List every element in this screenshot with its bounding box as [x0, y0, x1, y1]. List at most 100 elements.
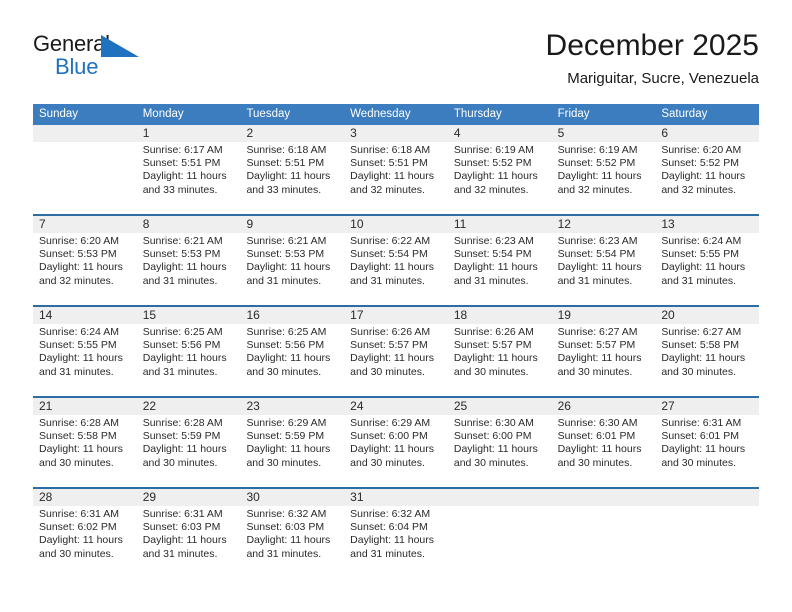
day-cell[interactable]: 17 Sunrise: 6:26 AM Sunset: 5:57 PM Dayligh… [344, 307, 448, 396]
day-cell[interactable]: 14 Sunrise: 6:24 AM Sunset: 5:55 PM Dayligh… [33, 307, 137, 396]
day-cell[interactable]: 23 Sunrise: 6:29 AM Sunset: 5:59 PM Dayligh… [240, 398, 344, 487]
sunrise-text: Sunrise: 6:30 AM [453, 417, 534, 429]
day-number: 21 [39, 399, 53, 413]
daylight-text-line1: Daylight: 11 hours [246, 261, 331, 274]
daylight-text-line1: Daylight: 11 hours [350, 170, 435, 183]
sunrise-text: Sunrise: 6:29 AM [350, 417, 431, 429]
day-cell[interactable]: 4 Sunrise: 6:19 AM Sunset: 5:52 PM Daylight… [448, 125, 552, 214]
sunset-text: Sunset: 5:53 PM [142, 248, 221, 261]
daylight-text-line2: and 31 minutes. [350, 274, 425, 287]
day-cell[interactable]: 31 Sunrise: 6:32 AM Sunset: 6:04 PM Dayligh… [344, 489, 448, 578]
day-sun-info: Sunrise: 6:24 AM Sunset: 5:55 PM Daylight:… [661, 235, 753, 288]
sunrise-text: Sunrise: 6:32 AM [246, 508, 327, 520]
sunrise-text: Sunrise: 6:28 AM [39, 417, 119, 429]
sunset-text: Sunset: 5:59 PM [246, 430, 325, 443]
sunset-text: Sunset: 5:52 PM [453, 157, 532, 170]
day-cell[interactable]: 3 Sunrise: 6:18 AM Sunset: 5:51 PM Daylight… [344, 125, 448, 214]
title-block: December 2025 Mariguitar, Sucre, Venezue… [546, 28, 759, 88]
day-cell[interactable]: 12 Sunrise: 6:23 AM Sunset: 5:54 PM Dayligh… [552, 216, 656, 305]
triangle-logo-icon [101, 35, 139, 57]
daylight-text-line2: and 32 minutes. [350, 183, 425, 196]
day-number: 26 [557, 399, 571, 413]
sunset-text: Sunset: 5:54 PM [557, 248, 636, 261]
day-sun-info: Sunrise: 6:28 AM Sunset: 5:59 PM Daylight:… [143, 417, 235, 470]
week-row: 14 Sunrise: 6:24 AM Sunset: 5:55 PM Dayligh… [33, 305, 759, 396]
weekday-header-saturday: Saturday [661, 108, 708, 120]
day-number: 28 [39, 490, 53, 504]
day-cell[interactable]: 6 Sunrise: 6:20 AM Sunset: 5:52 PM Daylight… [655, 125, 759, 214]
daylight-text-line1: Daylight: 11 hours [557, 443, 642, 456]
week-cells: 21 Sunrise: 6:28 AM Sunset: 5:58 PM Dayligh… [33, 398, 759, 487]
brand-logo[interactable]: General Blue [33, 28, 233, 84]
sunset-text: Sunset: 5:53 PM [246, 248, 325, 261]
daylight-text-line2: and 30 minutes. [557, 456, 633, 469]
day-cell[interactable]: 10 Sunrise: 6:22 AM Sunset: 5:54 PM Dayligh… [344, 216, 448, 305]
day-cell[interactable]: 9 Sunrise: 6:21 AM Sunset: 5:53 PM Daylight… [240, 216, 344, 305]
daylight-text-line2: and 30 minutes. [350, 365, 425, 378]
week-cells: 14 Sunrise: 6:24 AM Sunset: 5:55 PM Dayligh… [33, 307, 759, 396]
day-sun-info: Sunrise: 6:28 AM Sunset: 5:58 PM Daylight:… [39, 417, 131, 470]
daylight-text-line2: and 31 minutes. [557, 274, 633, 287]
sunset-text: Sunset: 5:52 PM [557, 157, 636, 170]
weekday-header-friday: Friday [557, 108, 590, 120]
day-cell[interactable]: 11 Sunrise: 6:23 AM Sunset: 5:54 PM Dayligh… [448, 216, 552, 305]
daylight-text-line2: and 31 minutes. [246, 274, 322, 287]
day-cell[interactable]: 13 Sunrise: 6:24 AM Sunset: 5:55 PM Dayligh… [655, 216, 759, 305]
day-cell[interactable]: 25 Sunrise: 6:30 AM Sunset: 6:00 PM Dayligh… [448, 398, 552, 487]
sunrise-text: Sunrise: 6:26 AM [453, 326, 534, 338]
daylight-text-line1: Daylight: 11 hours [350, 534, 435, 547]
week-row: 28 Sunrise: 6:31 AM Sunset: 6:02 PM Dayligh… [33, 487, 759, 578]
daylight-text-line2: and 33 minutes. [246, 183, 322, 196]
daylight-text-line1: Daylight: 11 hours [557, 261, 642, 274]
day-cell[interactable]: 26 Sunrise: 6:30 AM Sunset: 6:01 PM Dayligh… [552, 398, 656, 487]
day-cell[interactable]: 28 Sunrise: 6:31 AM Sunset: 6:02 PM Dayligh… [33, 489, 137, 578]
day-cell[interactable]: 19 Sunrise: 6:27 AM Sunset: 5:57 PM Dayligh… [552, 307, 656, 396]
day-cell[interactable]: 30 Sunrise: 6:32 AM Sunset: 6:03 PM Dayligh… [240, 489, 344, 578]
day-sun-info: Sunrise: 6:30 AM Sunset: 6:00 PM Daylight:… [454, 417, 546, 470]
day-cell[interactable]: 21 Sunrise: 6:28 AM Sunset: 5:58 PM Dayligh… [33, 398, 137, 487]
day-number: 31 [350, 490, 364, 504]
day-sun-info: Sunrise: 6:26 AM Sunset: 5:57 PM Daylight:… [454, 326, 546, 379]
day-number: 19 [557, 308, 571, 322]
day-cell[interactable]: 15 Sunrise: 6:25 AM Sunset: 5:56 PM Dayligh… [137, 307, 241, 396]
day-sun-info: Sunrise: 6:26 AM Sunset: 5:57 PM Daylight:… [350, 326, 442, 379]
day-cell[interactable]: 7 Sunrise: 6:20 AM Sunset: 5:53 PM Daylight… [33, 216, 137, 305]
day-cell[interactable]: 20 Sunrise: 6:27 AM Sunset: 5:58 PM Dayligh… [655, 307, 759, 396]
day-cell[interactable]: 5 Sunrise: 6:19 AM Sunset: 5:52 PM Daylight… [552, 125, 656, 214]
daylight-text-line1: Daylight: 11 hours [557, 352, 642, 365]
sunset-text: Sunset: 6:03 PM [246, 521, 325, 534]
day-number: 14 [39, 308, 53, 322]
calendar-grid: Sunday Monday Tuesday Wednesday Thursday… [33, 104, 759, 578]
sunrise-text: Sunrise: 6:20 AM [39, 235, 119, 247]
daylight-text-line1: Daylight: 11 hours [453, 170, 538, 183]
day-cell[interactable]: 18 Sunrise: 6:26 AM Sunset: 5:57 PM Dayligh… [448, 307, 552, 396]
day-number: 22 [142, 399, 157, 413]
day-number: 17 [350, 308, 364, 322]
day-number: 7 [39, 217, 46, 231]
sunrise-text: Sunrise: 6:21 AM [142, 235, 223, 247]
sunrise-text: Sunrise: 6:31 AM [142, 508, 223, 520]
day-cell[interactable]: 8 Sunrise: 6:21 AM Sunset: 5:53 PM Daylight… [137, 216, 241, 305]
day-cell[interactable]: 2 Sunrise: 6:18 AM Sunset: 5:51 PM Daylight… [240, 125, 344, 214]
day-cell[interactable]: 27 Sunrise: 6:31 AM Sunset: 6:01 PM Dayligh… [655, 398, 759, 487]
sunset-text: Sunset: 5:57 PM [350, 339, 428, 352]
day-cell[interactable]: 1 Sunrise: 6:17 AM Sunset: 5:51 PM Daylight… [137, 125, 241, 214]
day-number: 10 [350, 217, 364, 231]
day-number: 27 [661, 399, 675, 413]
day-cell[interactable]: 22 Sunrise: 6:28 AM Sunset: 5:59 PM Dayligh… [137, 398, 241, 487]
sunset-text: Sunset: 5:58 PM [39, 430, 117, 443]
sunrise-text: Sunrise: 6:22 AM [350, 235, 431, 247]
sunrise-text: Sunrise: 6:30 AM [557, 417, 638, 429]
day-number: 18 [453, 308, 468, 322]
sunrise-text: Sunrise: 6:20 AM [661, 144, 742, 156]
day-sun-info: Sunrise: 6:20 AM Sunset: 5:52 PM Daylight:… [661, 144, 753, 197]
sunrise-text: Sunrise: 6:28 AM [142, 417, 223, 429]
day-cell[interactable]: 29 Sunrise: 6:31 AM Sunset: 6:03 PM Dayligh… [137, 489, 241, 578]
day-sun-info: Sunrise: 6:18 AM Sunset: 5:51 PM Daylight:… [246, 144, 338, 197]
page-title: December 2025 [545, 29, 759, 62]
daylight-text-line2: and 30 minutes. [246, 365, 322, 378]
day-cell[interactable]: 16 Sunrise: 6:25 AM Sunset: 5:56 PM Dayligh… [240, 307, 344, 396]
day-cell[interactable]: 24 Sunrise: 6:29 AM Sunset: 6:00 PM Dayligh… [344, 398, 448, 487]
daylight-text-line2: and 32 minutes. [453, 183, 529, 196]
daylight-text-line2: and 31 minutes. [453, 274, 529, 287]
